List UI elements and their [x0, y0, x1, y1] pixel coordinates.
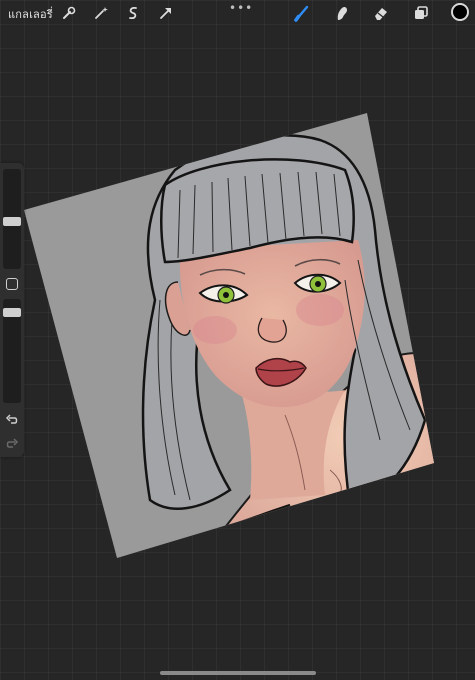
redo-icon[interactable]	[5, 436, 19, 450]
wrench-icon[interactable]	[60, 4, 78, 22]
undo-icon[interactable]	[5, 412, 19, 426]
more-options-icon[interactable]: •••	[229, 1, 253, 15]
magic-wand-icon[interactable]	[92, 4, 110, 22]
opacity-slider[interactable]	[3, 299, 21, 403]
top-toolbar: แกลเลอรี่ •••	[0, 0, 475, 26]
left-sidebar	[0, 163, 24, 457]
modify-square-button[interactable]	[6, 278, 18, 290]
eraser-icon[interactable]	[372, 4, 390, 22]
layers-icon[interactable]	[412, 4, 430, 22]
opacity-knob[interactable]	[3, 308, 21, 317]
selection-icon[interactable]	[124, 4, 142, 22]
smudge-icon[interactable]	[333, 4, 351, 22]
drawing-canvas[interactable]	[0, 0, 475, 680]
brush-icon[interactable]	[293, 4, 311, 22]
brush-size-knob[interactable]	[3, 217, 21, 226]
transform-arrow-icon[interactable]	[157, 4, 175, 22]
home-indicator[interactable]	[160, 671, 316, 675]
gallery-button[interactable]: แกลเลอรี่	[8, 5, 53, 23]
color-picker-button[interactable]	[451, 3, 469, 21]
brush-size-slider[interactable]	[3, 169, 21, 269]
